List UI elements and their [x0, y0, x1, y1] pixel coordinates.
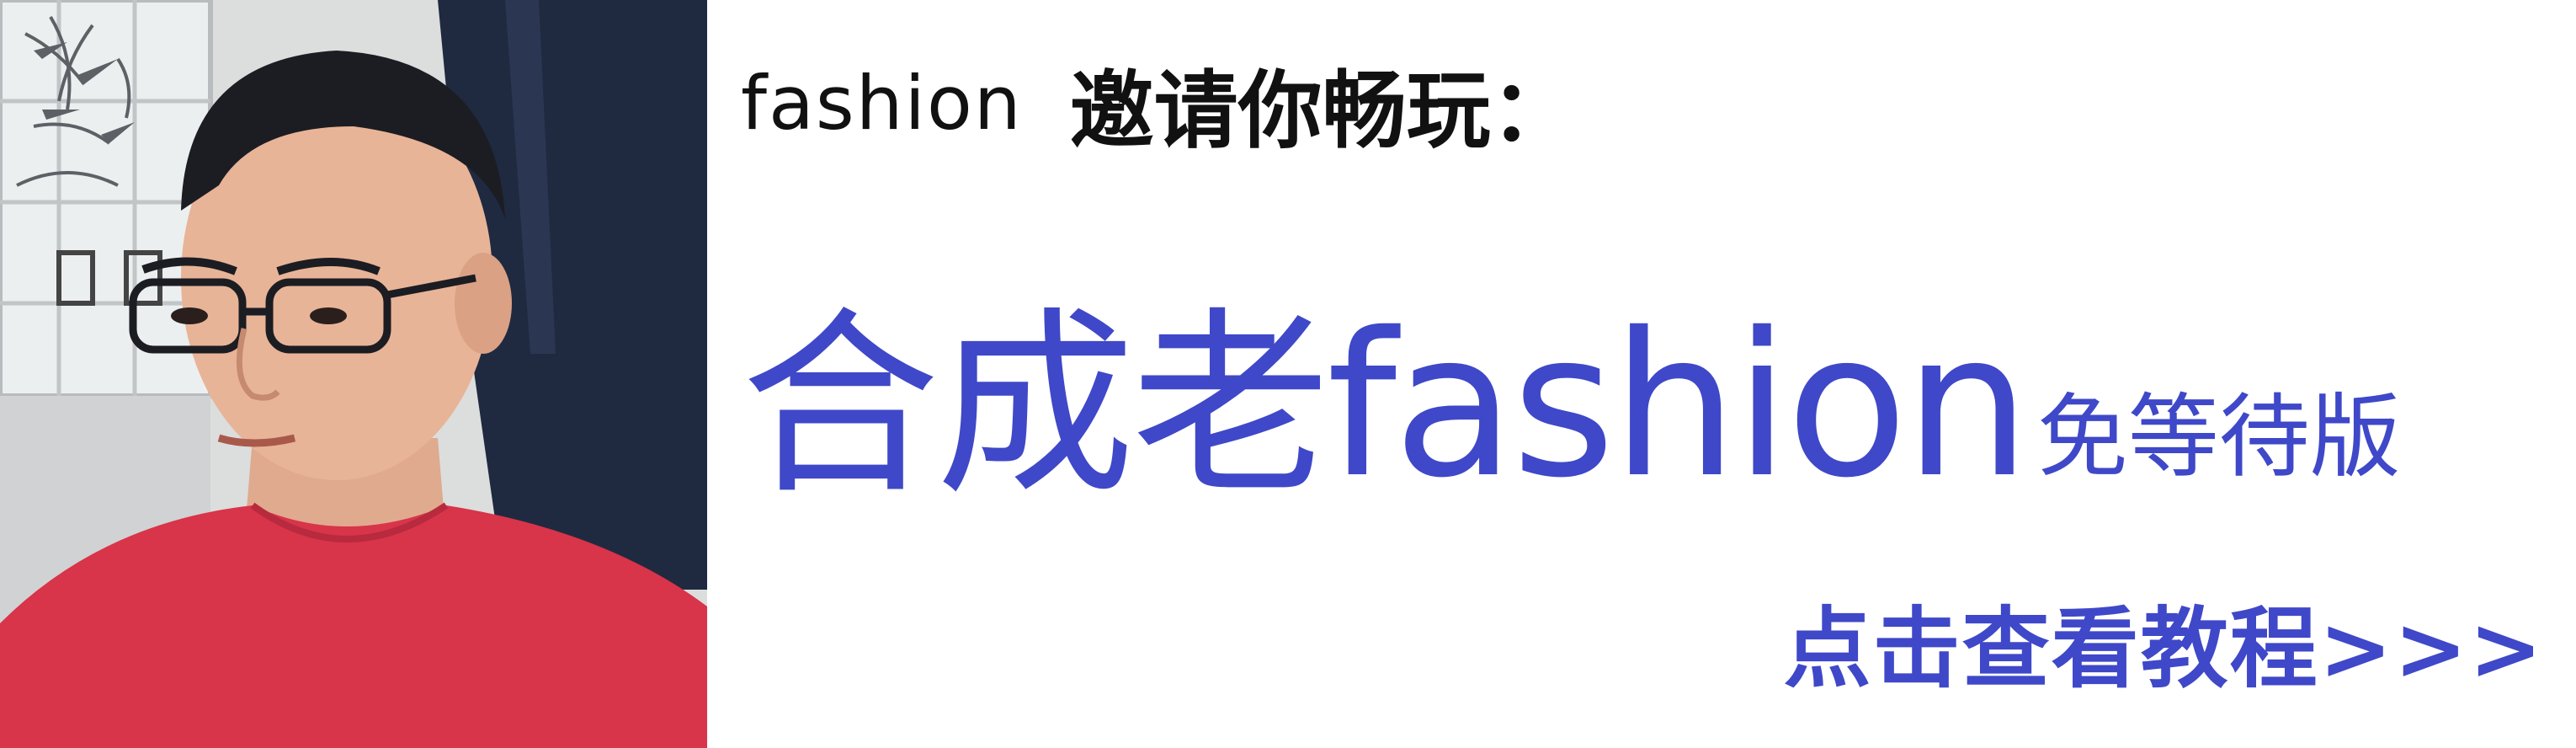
game-title: 合成老fashion 免等待版: [741, 253, 2401, 505]
person-photo-illustration: [0, 0, 707, 748]
game-title-version: 免等待版: [2036, 385, 2401, 490]
invite-brand: fashion: [741, 59, 1023, 147]
game-title-main: 合成老fashion: [741, 290, 2030, 521]
person-photo: [0, 0, 707, 748]
text-panel: fashion 邀请你畅玩： 合成老fashion 免等待版 点击查看教程>>>: [707, 0, 2576, 748]
view-tutorial-link[interactable]: 点击查看教程>>>: [1784, 581, 2544, 700]
invite-text: 邀请你畅玩：: [1069, 61, 1575, 160]
invite-line: fashion 邀请你畅玩：: [741, 44, 1575, 162]
